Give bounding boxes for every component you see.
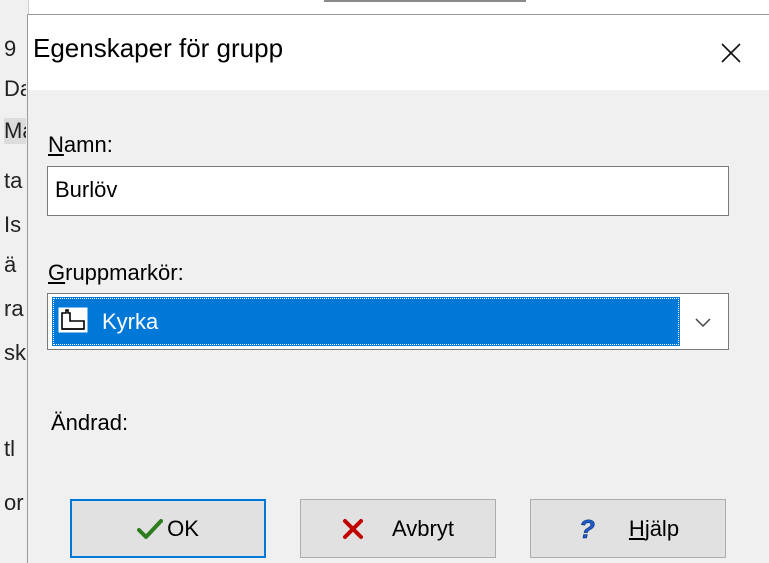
background-window: 9 Da Ma ta Is ä ra sk tl or — [0, 0, 29, 563]
background-text: ta — [4, 168, 23, 193]
name-label-text: amn: — [63, 132, 113, 157]
cancel-button[interactable]: Avbryt — [300, 499, 496, 558]
group-marker-label-accelerator: G — [48, 260, 66, 285]
background-text: Is — [4, 212, 22, 237]
help-button-accelerator: H — [628, 515, 645, 541]
background-text: tl — [4, 436, 15, 461]
background-text: or — [4, 490, 24, 515]
name-input[interactable]: Burlöv — [47, 166, 729, 216]
group-marker-label: Gruppmarkör: — [48, 260, 184, 286]
check-icon — [137, 518, 164, 540]
ok-button[interactable]: OK — [70, 499, 266, 558]
background-divider — [324, 0, 526, 2]
question-icon: ? — [577, 516, 599, 542]
background-text: ä — [4, 252, 17, 277]
group-marker-value: Kyrka — [102, 309, 159, 334]
help-button-label: Hjälp — [629, 516, 679, 542]
group-marker-dropdown[interactable]: Kyrka — [47, 293, 729, 350]
close-button[interactable] — [708, 31, 754, 75]
help-button[interactable]: ? Hjälp — [530, 499, 726, 558]
background-text: ra — [4, 296, 24, 321]
name-label: Namn: — [48, 132, 113, 158]
background-text: sk — [4, 340, 26, 365]
group-marker-label-text: ruppmarkör: — [65, 260, 184, 285]
x-icon — [342, 518, 364, 540]
help-button-text: jälp — [644, 515, 680, 541]
close-icon — [721, 43, 741, 63]
title-bar: Egenskaper för grupp — [28, 15, 769, 90]
background-text: 9 — [4, 36, 17, 61]
background-text: Da — [4, 76, 26, 101]
svg-text:?: ? — [579, 516, 595, 542]
church-icon — [58, 307, 88, 333]
background-text: Ma — [4, 118, 26, 144]
group-marker-selected-item: Kyrka — [52, 297, 680, 346]
dialog-title: Egenskaper för grupp — [33, 33, 284, 63]
cancel-button-label: Avbryt — [392, 515, 454, 541]
group-properties-dialog: Egenskaper för grupp Namn: Burlöv Gruppm… — [27, 14, 769, 563]
ok-button-label: OK — [167, 515, 199, 541]
chevron-down-icon[interactable] — [691, 313, 715, 331]
changed-label: Ändrad: — [51, 410, 129, 435]
name-label-accelerator: N — [48, 132, 64, 157]
